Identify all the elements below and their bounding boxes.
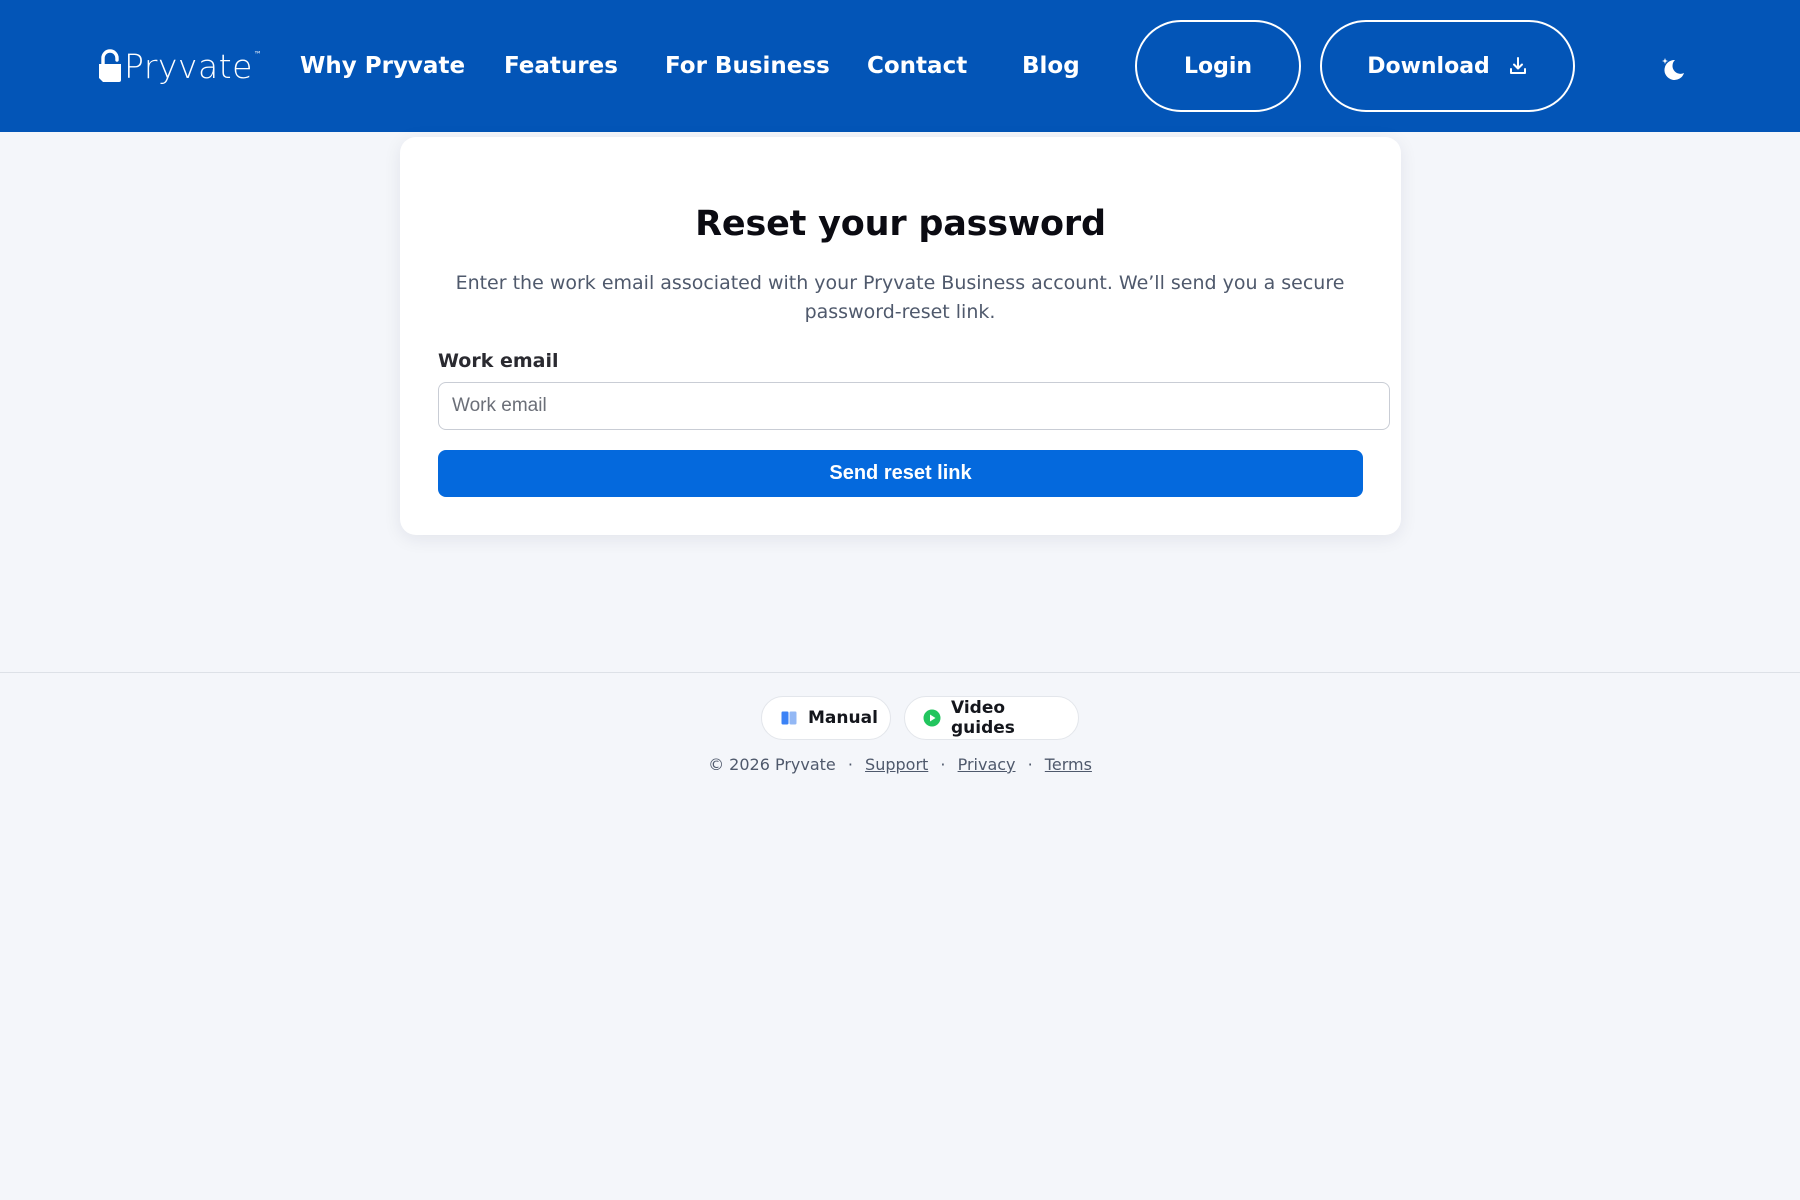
page-title: Reset your password	[695, 204, 1106, 244]
reset-password-card: Reset your password Enter the work email…	[400, 137, 1401, 535]
separator: ·	[847, 755, 853, 774]
send-reset-link-button[interactable]: Send reset link	[438, 450, 1363, 497]
manual-button[interactable]: Manual	[761, 696, 891, 740]
login-label: Login	[1183, 53, 1253, 79]
moon-stars-icon[interactable]	[1658, 55, 1686, 83]
card-description: Enter the work email associated with you…	[455, 272, 1345, 323]
download-button[interactable]: Download	[1320, 20, 1575, 112]
video-guides-button[interactable]: Video guides	[904, 696, 1079, 740]
separator: ·	[940, 755, 946, 774]
play-circle-icon	[923, 709, 941, 727]
lock-icon	[99, 49, 121, 82]
pryvate-logo[interactable]: Pryvate ™	[98, 46, 262, 86]
separator: ·	[1027, 755, 1033, 774]
nav-why-pryvate[interactable]: Why Pryvate	[300, 52, 465, 80]
nav-features[interactable]: Features	[504, 52, 618, 80]
nav-blog[interactable]: Blog	[1022, 52, 1080, 80]
trademark: ™	[253, 50, 262, 59]
nav-contact[interactable]: Contact	[867, 52, 967, 80]
email-label: Work email	[438, 350, 559, 372]
site-header: Pryvate ™ Why Pryvate Features For Busin…	[0, 0, 1800, 132]
video-guides-label: Video guides	[951, 698, 1015, 738]
book-icon	[781, 711, 797, 725]
copyright: © 2026 Pryvate	[708, 755, 836, 774]
download-label: Download	[1367, 53, 1490, 79]
login-button[interactable]: Login	[1135, 20, 1301, 112]
download-icon	[1509, 57, 1526, 74]
logo-text: Pryvate	[124, 46, 253, 86]
email-field[interactable]	[438, 382, 1390, 430]
footer-divider	[0, 672, 1800, 673]
terms-link[interactable]: Terms	[1045, 755, 1092, 774]
privacy-link[interactable]: Privacy	[958, 755, 1016, 774]
nav-for-business[interactable]: For Business	[665, 52, 830, 80]
support-link[interactable]: Support	[865, 755, 928, 774]
footer-meta: © 2026 Pryvate · Support · Privacy · Ter…	[0, 754, 1800, 776]
manual-label: Manual	[808, 708, 878, 728]
